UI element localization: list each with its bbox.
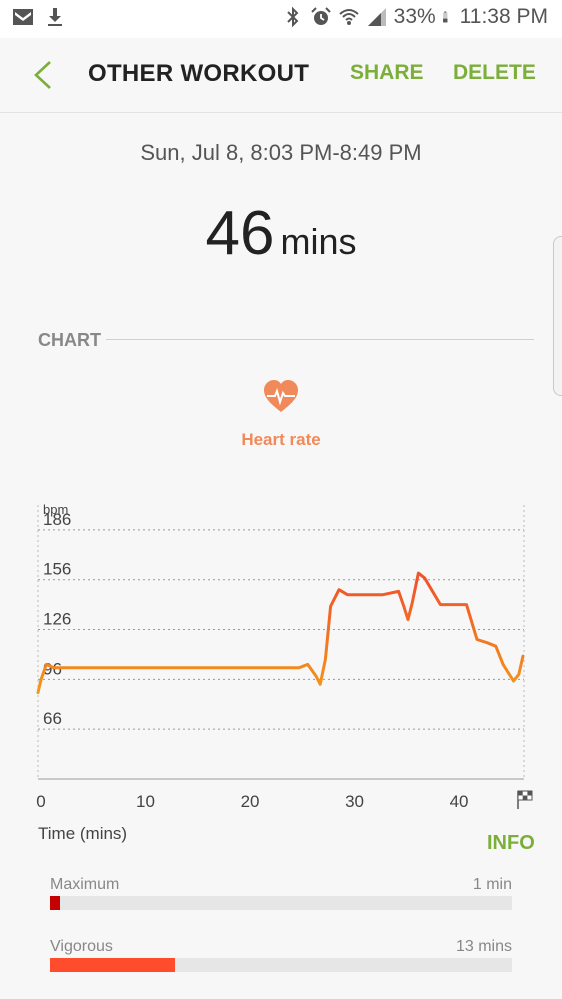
finish-flag-icon (522, 795, 528, 800)
y-tick-label: 126 (43, 610, 71, 629)
back-arrow-icon[interactable] (30, 58, 56, 92)
finish-flag-icon (527, 791, 533, 796)
mail-notification-icon (13, 9, 33, 25)
x-tick-label: 20 (241, 792, 260, 811)
duration-value: 46 (205, 199, 275, 268)
download-icon (48, 8, 62, 26)
x-axis-title: Time (mins) (38, 824, 128, 843)
info-button[interactable]: INFO (487, 832, 535, 855)
page-title: OTHER WORKOUT (88, 60, 310, 87)
share-button[interactable]: SHARE (350, 61, 424, 85)
heart-rate-line (36, 571, 525, 695)
y-tick-label: 66 (43, 709, 62, 728)
y-tick-label: 186 (43, 510, 71, 529)
bluetooth-icon (286, 6, 299, 28)
chart-section-header: CHART (38, 330, 534, 354)
workout-date-range: Sun, Jul 8, 8:03 PM-8:49 PM (140, 140, 422, 165)
heart-rate-icon[interactable] (263, 380, 299, 414)
zone-name: Vigorous (50, 938, 113, 955)
section-label: CHART (38, 330, 101, 350)
status-bar: 33% 11:38 PM (0, 0, 562, 38)
finish-flag-icon (518, 791, 523, 796)
heart-rate-chart: bpm18615612696660 10 20 30 40 (36, 502, 533, 811)
battery-icon (442, 11, 448, 23)
battery-percent: 33% (393, 5, 436, 28)
x-tick-label: 0 (36, 792, 45, 811)
workout-duration: 46 mins (0, 198, 562, 269)
zone-duration: 13 mins (455, 938, 512, 955)
x-tick-label: 30 (345, 792, 364, 811)
edge-panel-handle[interactable] (553, 236, 562, 396)
zone-bar-track (50, 958, 512, 972)
zone-bar-fill (50, 896, 61, 910)
zone-name: Maximum (50, 876, 120, 893)
signal-icon (367, 8, 386, 26)
x-tick-label: 10 (136, 792, 155, 811)
section-divider (106, 339, 534, 340)
x-tick-label: 40 (450, 792, 469, 811)
duration-unit: mins (280, 221, 357, 262)
zone-bar-track (50, 896, 512, 910)
zone-bar-fill (50, 958, 175, 972)
alarm-icon (310, 7, 331, 25)
y-tick-label: 156 (43, 560, 71, 579)
metric-label[interactable]: Heart rate (0, 430, 562, 450)
clock: 11:38 PM (459, 5, 548, 28)
zone-duration: 1 min (472, 876, 512, 893)
delete-button[interactable]: DELETE (453, 61, 536, 85)
wifi-icon (338, 9, 359, 25)
app-bar: OTHER WORKOUT SHARE DELETE (0, 38, 562, 113)
